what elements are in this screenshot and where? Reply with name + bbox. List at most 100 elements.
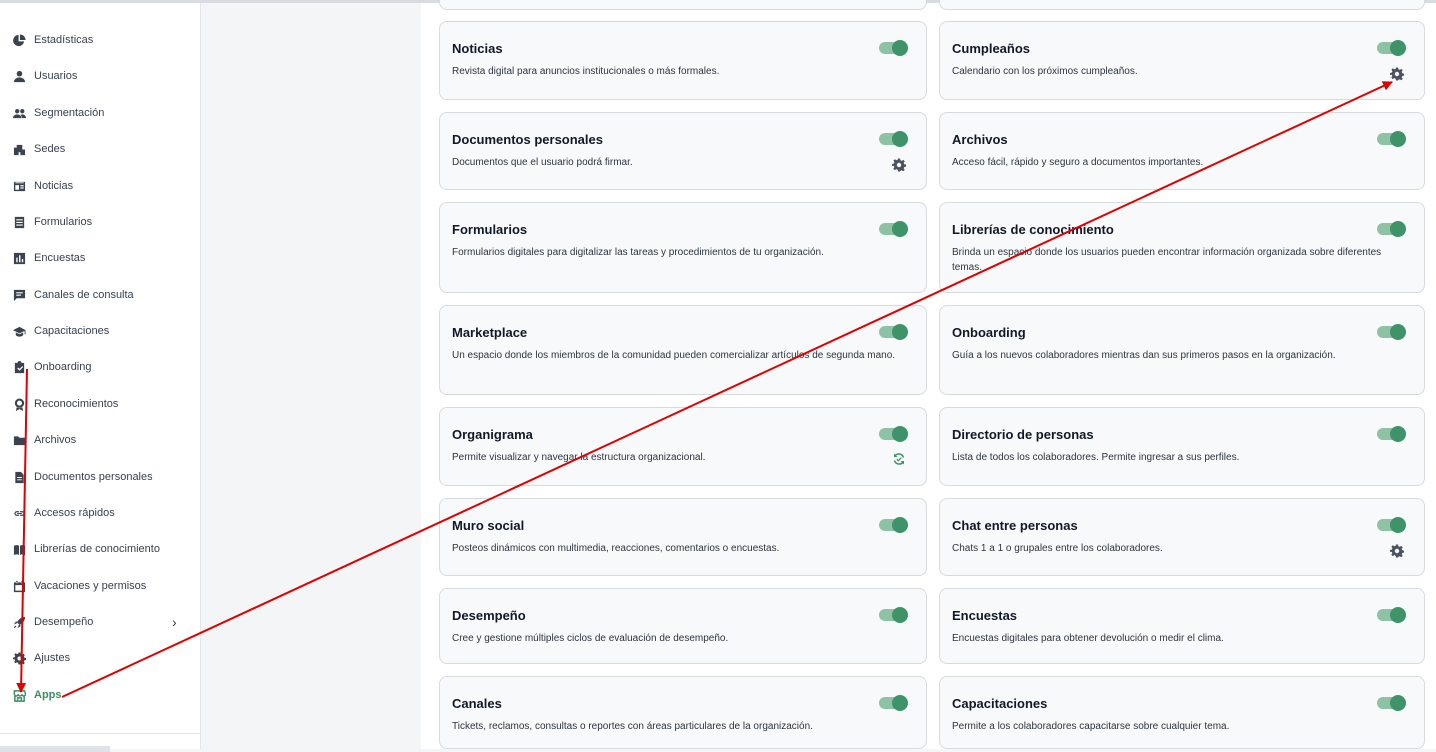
- store-icon: [13, 689, 26, 702]
- app-toggle[interactable]: [879, 221, 908, 237]
- clipboard-check-icon: [13, 360, 26, 374]
- app-card-canales: Canales Tickets, reclamos, consultas o r…: [439, 676, 927, 749]
- app-toggle[interactable]: [879, 517, 908, 533]
- app-toggle[interactable]: [1377, 324, 1406, 340]
- app-title: Noticias: [452, 41, 503, 56]
- app-description: Formularios digitales para digitalizar l…: [452, 247, 824, 258]
- app-card-muro-social: Muro social Posteos dinámicos con multim…: [439, 498, 927, 576]
- app-toggle[interactable]: [879, 607, 908, 623]
- app-toggle[interactable]: [1377, 221, 1406, 237]
- app-toggle[interactable]: [1377, 426, 1406, 442]
- sidebar-footer-text: [0, 746, 110, 752]
- document-icon: [13, 471, 26, 484]
- sidebar: Estadísticas Usuarios Segmentación Sedes…: [0, 3, 201, 752]
- app-card-chat-entre-personas: Chat entre personas Chats 1 a 1 o grupal…: [939, 498, 1425, 576]
- app-card-desempeno: Desempeño Cree y gestione múltiples cicl…: [439, 588, 927, 664]
- app-title: Directorio de personas: [952, 427, 1094, 442]
- sidebar-item-label: Capacitaciones: [34, 325, 110, 337]
- sync-icon[interactable]: [892, 452, 906, 466]
- app-description: Cree y gestione múltiples ciclos de eval…: [452, 633, 729, 644]
- app-description: Chats 1 a 1 o grupales entre los colabor…: [952, 543, 1163, 554]
- gear-icon[interactable]: [1390, 67, 1405, 81]
- sidebar-item-label: Accesos rápidos: [34, 507, 115, 519]
- sidebar-item-label: Encuestas: [34, 252, 86, 264]
- app-card-partial: [439, 0, 927, 10]
- app-card-formularios: Formularios Formularios digitales para d…: [439, 202, 927, 293]
- app-toggle[interactable]: [879, 131, 908, 147]
- sidebar-item-formularios[interactable]: Formularios: [13, 212, 92, 232]
- sidebar-item-encuestas[interactable]: Encuestas: [13, 248, 85, 268]
- app-description: Posteos dinámicos con multimedia, reacci…: [452, 543, 780, 554]
- app-toggle[interactable]: [1377, 40, 1406, 56]
- chevron-right-icon[interactable]: ›: [172, 614, 177, 630]
- app-description: Un espacio donde los miembros de la comu…: [452, 350, 896, 361]
- sidebar-item-label: Librerías de conocimiento: [34, 543, 160, 555]
- app-title: Canales: [452, 696, 502, 711]
- sidebar-item-label: Desempeño: [34, 616, 94, 628]
- app-card-directorio-de-personas: Directorio de personas Lista de todos lo…: [939, 407, 1425, 486]
- sidebar-item-canales-de-consulta[interactable]: Canales de consulta: [13, 285, 134, 305]
- sidebar-item-label: Ajustes: [34, 652, 71, 664]
- sidebar-item-segmentacion[interactable]: Segmentación: [13, 103, 104, 123]
- sidebar-item-onboarding[interactable]: Onboarding: [13, 357, 92, 377]
- sidebar-item-label: Reconocimientos: [34, 398, 119, 410]
- sidebar-item-librerias-de-conocimiento[interactable]: Librerías de conocimiento: [13, 539, 160, 559]
- sidebar-item-label: Sedes: [34, 143, 66, 155]
- sidebar-item-label: Canales de consulta: [34, 289, 134, 301]
- gear-icon[interactable]: [892, 158, 907, 172]
- gear-icon[interactable]: [1390, 544, 1405, 558]
- sidebar-item-sedes[interactable]: Sedes: [13, 139, 65, 159]
- sidebar-item-label: Archivos: [34, 434, 77, 446]
- app-card-archivos: Archivos Acceso fácil, rápido y seguro a…: [939, 112, 1425, 190]
- building-icon: [13, 143, 26, 156]
- sidebar-item-capacitaciones[interactable]: Capacitaciones: [13, 321, 109, 341]
- app-description: Permite visualizar y navegar la estructu…: [452, 452, 706, 463]
- app-card-cumpleanos: Cumpleaños Calendario con los próximos c…: [939, 21, 1425, 100]
- app-card-noticias: Noticias Revista digital para anuncios i…: [439, 21, 927, 100]
- app-description: Acceso fácil, rápido y seguro a document…: [952, 157, 1204, 168]
- app-toggle[interactable]: [1377, 607, 1406, 623]
- app-toggle[interactable]: [879, 40, 908, 56]
- app-toggle[interactable]: [879, 426, 908, 442]
- sidebar-item-reconocimientos[interactable]: Reconocimientos: [13, 394, 118, 414]
- app-title: Onboarding: [952, 325, 1026, 340]
- app-description: Guía a los nuevos colaboradores mientras…: [952, 350, 1336, 361]
- app-card-partial: [939, 0, 1425, 10]
- app-card-capacitaciones: Capacitaciones Permite a los colaborador…: [939, 676, 1425, 749]
- link-icon: [13, 507, 26, 520]
- sidebar-item-estadisticas[interactable]: Estadísticas: [13, 30, 93, 50]
- sidebar-item-label: Estadísticas: [34, 34, 94, 46]
- app-description: Tickets, reclamos, consultas o reportes …: [452, 721, 813, 732]
- app-toggle[interactable]: [1377, 695, 1406, 711]
- newspaper-icon: [13, 180, 26, 193]
- folder-icon: [13, 434, 26, 447]
- app-title: Chat entre personas: [952, 518, 1078, 533]
- sidebar-item-noticias[interactable]: Noticias: [13, 176, 73, 196]
- app-toggle[interactable]: [1377, 517, 1406, 533]
- sidebar-item-apps[interactable]: Apps: [13, 685, 62, 705]
- book-icon: [13, 543, 26, 556]
- sidebar-item-documentos-personales[interactable]: Documentos personales: [13, 467, 153, 487]
- app-card-organigrama: Organigrama Permite visualizar y navegar…: [439, 407, 927, 486]
- sidebar-item-usuarios[interactable]: Usuarios: [13, 66, 77, 86]
- rocket-icon: [13, 616, 26, 629]
- people-icon: [13, 107, 26, 120]
- app-toggle[interactable]: [879, 324, 908, 340]
- app-title: Capacitaciones: [952, 696, 1048, 711]
- sidebar-item-label: Onboarding: [34, 361, 92, 373]
- calendar-icon: [13, 580, 26, 593]
- app-description: Documentos que el usuario podrá firmar.: [452, 157, 633, 168]
- app-toggle[interactable]: [1377, 131, 1406, 147]
- sidebar-item-ajustes[interactable]: Ajustes: [13, 648, 70, 668]
- sidebar-item-vacaciones-y-permisos[interactable]: Vacaciones y permisos: [13, 576, 146, 596]
- app-toggle[interactable]: [879, 695, 908, 711]
- sidebar-item-archivos[interactable]: Archivos: [13, 430, 76, 450]
- sidebar-item-desempeno[interactable]: Desempeño: [13, 612, 93, 632]
- app-title: Encuestas: [952, 608, 1018, 623]
- sidebar-item-accesos-rapidos[interactable]: Accesos rápidos: [13, 503, 115, 523]
- sidebar-item-label: Vacaciones y permisos: [34, 580, 147, 592]
- app-card-documentos-personales: Documentos personales Documentos que el …: [439, 112, 927, 190]
- app-description: Brinda un espacio donde los usuarios pue…: [952, 247, 1382, 273]
- sidebar-item-label: Documentos personales: [34, 471, 153, 483]
- sidebar-item-label: Noticias: [34, 180, 74, 192]
